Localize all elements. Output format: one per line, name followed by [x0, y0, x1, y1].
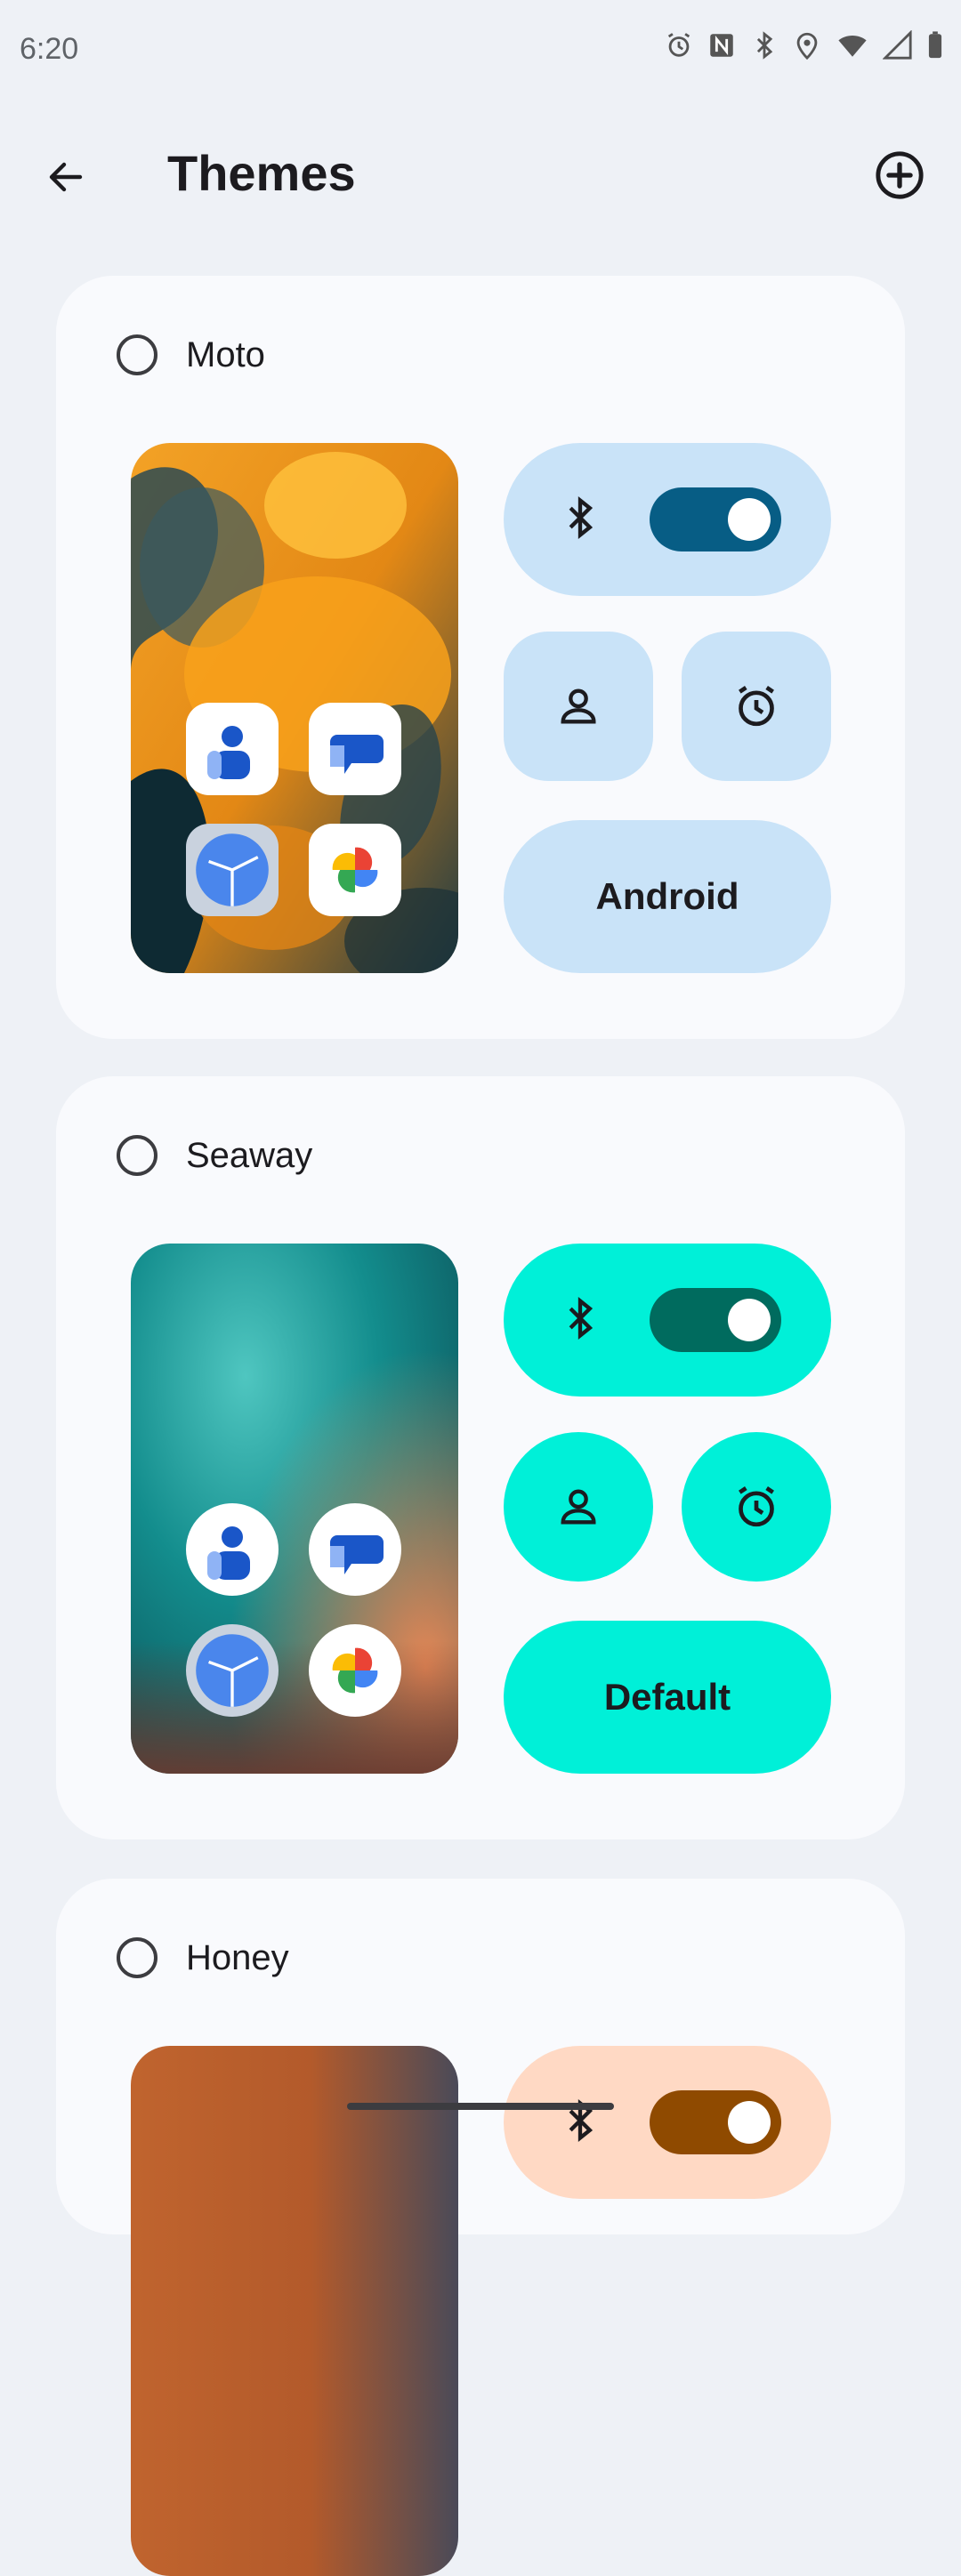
bluetooth-icon [569, 495, 594, 540]
wallpaper-preview [131, 443, 458, 973]
clock-icon [186, 824, 279, 916]
theme-header: Honey [117, 1937, 289, 1978]
person-icon [561, 1489, 596, 1525]
status-time: 6:20 [20, 32, 79, 66]
toggle-knob [728, 498, 771, 541]
bluetooth-icon [569, 2098, 594, 2143]
bluetooth-tile[interactable] [504, 1244, 831, 1397]
theme-card-moto[interactable]: Moto Android [56, 276, 905, 1039]
battery-icon [925, 30, 945, 60]
photos-icon [309, 1624, 401, 1717]
theme-header: Seaway [117, 1135, 312, 1176]
page-title: Themes [167, 145, 356, 201]
status-icons [664, 30, 945, 60]
theme-name: Moto [186, 334, 265, 374]
nfc-icon [707, 30, 737, 60]
messages-icon [309, 1503, 401, 1596]
theme-radio[interactable] [117, 1135, 157, 1176]
contacts-icon [186, 1503, 279, 1596]
add-circle-icon [876, 151, 924, 199]
wallpaper-preview [131, 2046, 458, 2576]
bluetooth-toggle[interactable] [650, 1288, 781, 1352]
theme-radio[interactable] [117, 1937, 157, 1978]
add-theme-button[interactable] [870, 146, 929, 205]
theme-name: Honey [186, 1937, 289, 1977]
shape-label-tile[interactable]: Android [504, 820, 831, 973]
bluetooth-toggle[interactable] [650, 487, 781, 551]
wifi-icon [835, 30, 870, 60]
status-bar: 6:20 [0, 0, 961, 98]
person-icon [561, 688, 596, 724]
bluetooth-icon [569, 1296, 594, 1340]
alarm-icon [664, 30, 694, 60]
shape-label-tile[interactable]: Default [504, 1621, 831, 1774]
bluetooth-icon [749, 30, 779, 60]
arrow-left-icon [49, 162, 83, 192]
theme-card-seaway[interactable]: Seaway Default [56, 1076, 905, 1839]
theme-name: Seaway [186, 1135, 313, 1175]
orange-abstract-wallpaper [131, 443, 458, 973]
theme-radio[interactable] [117, 334, 157, 375]
alarm-tile[interactable] [682, 1432, 831, 1582]
photos-icon [309, 824, 401, 916]
user-tile[interactable] [504, 1432, 653, 1582]
theme-header: Moto [117, 334, 265, 375]
bluetooth-toggle[interactable] [650, 2090, 781, 2154]
back-button[interactable] [36, 147, 96, 207]
alarm-tile[interactable] [682, 632, 831, 781]
copper-gradient-wallpaper [131, 2046, 458, 2576]
app-bar: Themes [0, 125, 961, 222]
contacts-icon [186, 703, 279, 795]
alarm-icon [739, 1486, 774, 1527]
signal-icon [883, 30, 913, 60]
messages-icon [309, 703, 401, 795]
teal-gradient-wallpaper [131, 1244, 458, 1774]
gesture-nav-bar[interactable] [347, 2103, 614, 2110]
wallpaper-preview [131, 1244, 458, 1774]
theme-card-honey[interactable]: Honey [56, 1879, 905, 2576]
alarm-icon [739, 686, 774, 727]
clock-icon [186, 1624, 279, 1717]
bluetooth-tile[interactable] [504, 443, 831, 596]
location-icon [792, 30, 822, 60]
toggle-knob [728, 1299, 771, 1341]
bluetooth-tile[interactable] [504, 2046, 831, 2199]
toggle-knob [728, 2101, 771, 2144]
user-tile[interactable] [504, 632, 653, 781]
